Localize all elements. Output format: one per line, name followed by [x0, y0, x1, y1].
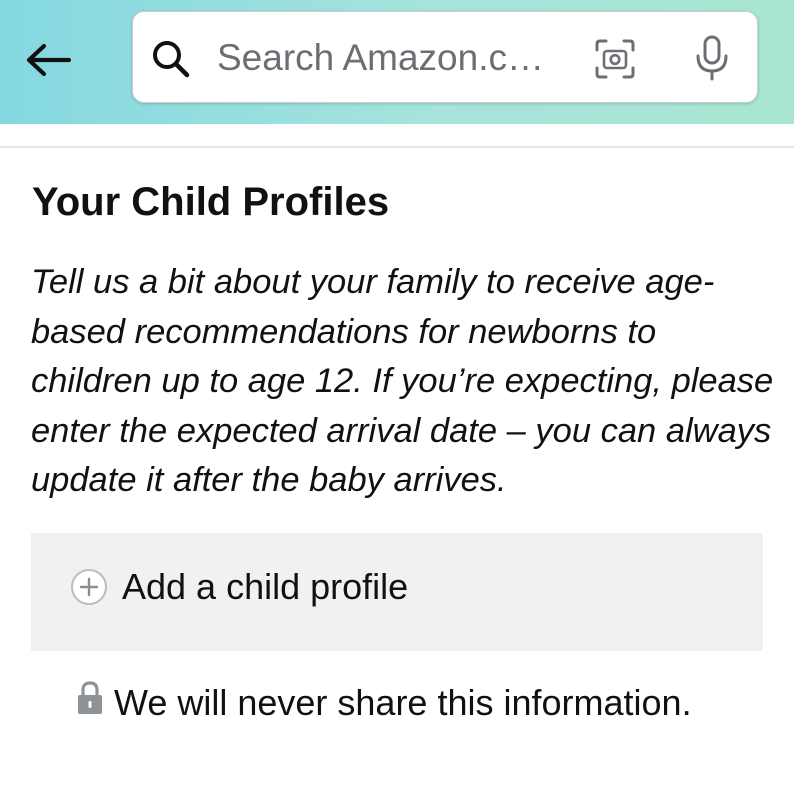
arrow-left-icon	[26, 43, 71, 77]
camera-scan-icon[interactable]	[594, 38, 636, 80]
search-input[interactable]	[217, 34, 562, 82]
add-child-profile-label: Add a child profile	[122, 566, 409, 607]
microphone-icon[interactable]	[692, 34, 732, 82]
search-icon	[153, 41, 190, 78]
top-header	[0, 0, 794, 124]
plus-circle-icon	[71, 569, 107, 605]
header-divider	[0, 146, 794, 148]
privacy-text: We will never share this information.	[114, 682, 692, 723]
privacy-note: We will never share this information.	[76, 681, 692, 725]
add-child-profile-button[interactable]: Add a child profile	[31, 533, 763, 651]
page-title: Your Child Profiles	[32, 180, 390, 224]
page-description: Tell us a bit about your family to recei…	[31, 263, 774, 499]
lock-icon	[78, 681, 102, 714]
back-button[interactable]	[18, 30, 78, 90]
search-box[interactable]	[132, 11, 758, 103]
